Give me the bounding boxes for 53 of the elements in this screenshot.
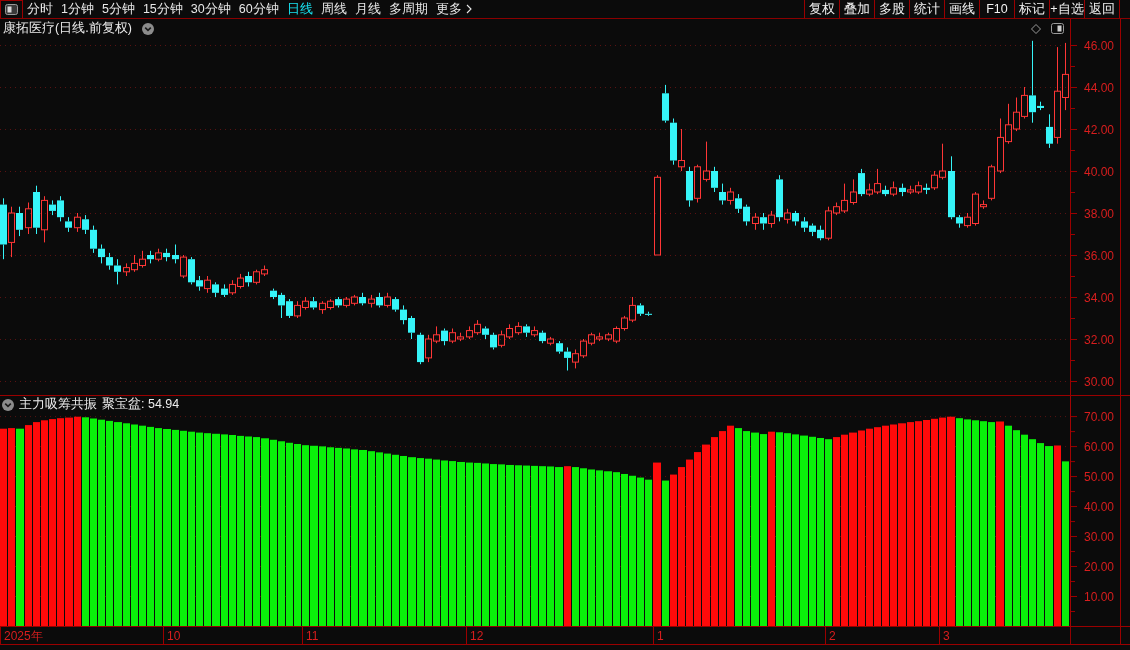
value-axis-label: 10.00	[1084, 589, 1115, 604]
value-axis-label: 70.00	[1084, 409, 1115, 424]
toolbar-button[interactable]: F10	[979, 0, 1014, 18]
price-axis-label: 42.00	[1084, 122, 1115, 137]
value-axis-label: 50.00	[1084, 469, 1115, 484]
toolbar-button[interactable]: 复权	[804, 0, 839, 18]
price-axis-label: 40.00	[1084, 164, 1115, 179]
toolbar-button[interactable]: +自选	[1049, 0, 1084, 18]
price-axis-label: 38.00	[1084, 206, 1115, 221]
price-axis-label: 34.00	[1084, 290, 1115, 305]
toolbar-button[interactable]: 返回	[1084, 0, 1119, 18]
period-tab[interactable]: 多周期	[384, 0, 432, 18]
price-axis-label: 46.00	[1084, 38, 1115, 53]
price-axis-label: 32.00	[1084, 332, 1115, 347]
date-axis-label: 2025年	[4, 629, 43, 643]
toolbar-button[interactable]: 标记	[1014, 0, 1049, 18]
period-tab[interactable]: 15分钟	[138, 0, 187, 18]
value-axis-label: 30.00	[1084, 529, 1115, 544]
date-axis-label: 11	[306, 629, 319, 643]
date-axis-label: 12	[470, 629, 484, 643]
more-menu-button[interactable]: 更多	[431, 0, 476, 18]
chart-title: 康拓医疗(日线.前复权)	[3, 20, 132, 37]
split-panel-icon[interactable]	[1051, 23, 1064, 34]
diamond-icon[interactable]	[1031, 23, 1041, 34]
price-axis-label: 36.00	[1084, 248, 1115, 263]
toolbar-button[interactable]: 叠加	[839, 0, 874, 18]
date-axis-label: 1	[657, 629, 664, 643]
period-tab[interactable]: 分时	[23, 0, 57, 18]
toolbar-button[interactable]: 多股	[874, 0, 909, 18]
value-axis-label: 60.00	[1084, 439, 1115, 454]
period-tab[interactable]: 日线	[282, 0, 317, 18]
period-tab[interactable]: 月线	[350, 0, 385, 18]
period-tab[interactable]: 60分钟	[234, 0, 283, 18]
period-tab[interactable]: 30分钟	[186, 0, 235, 18]
sidebar-toggle-button[interactable]	[0, 0, 23, 18]
period-tab[interactable]: 周线	[316, 0, 351, 18]
price-axis-label: 30.00	[1084, 374, 1115, 389]
dropdown-circle-icon[interactable]	[141, 22, 154, 35]
value-axis-label: 40.00	[1084, 499, 1115, 514]
date-axis-label: 3	[943, 629, 950, 643]
value-axis-label: 20.00	[1084, 559, 1115, 574]
indicator-reading: 聚宝盆: 54.94	[102, 396, 180, 413]
period-tab[interactable]: 5分钟	[97, 0, 139, 18]
split-panel-icon	[5, 4, 18, 15]
chevron-right-icon	[465, 4, 472, 14]
date-axis-label: 2	[829, 629, 836, 643]
period-tab[interactable]: 1分钟	[57, 0, 98, 18]
date-axis-label: 10	[167, 629, 181, 643]
toolbar-button[interactable]: 统计	[909, 0, 944, 18]
toolbar-button[interactable]: 画线	[944, 0, 979, 18]
price-axis-label: 44.00	[1084, 80, 1115, 95]
indicator-name: 主力吸筹共振	[19, 396, 97, 413]
dropdown-circle-icon[interactable]	[2, 398, 14, 411]
